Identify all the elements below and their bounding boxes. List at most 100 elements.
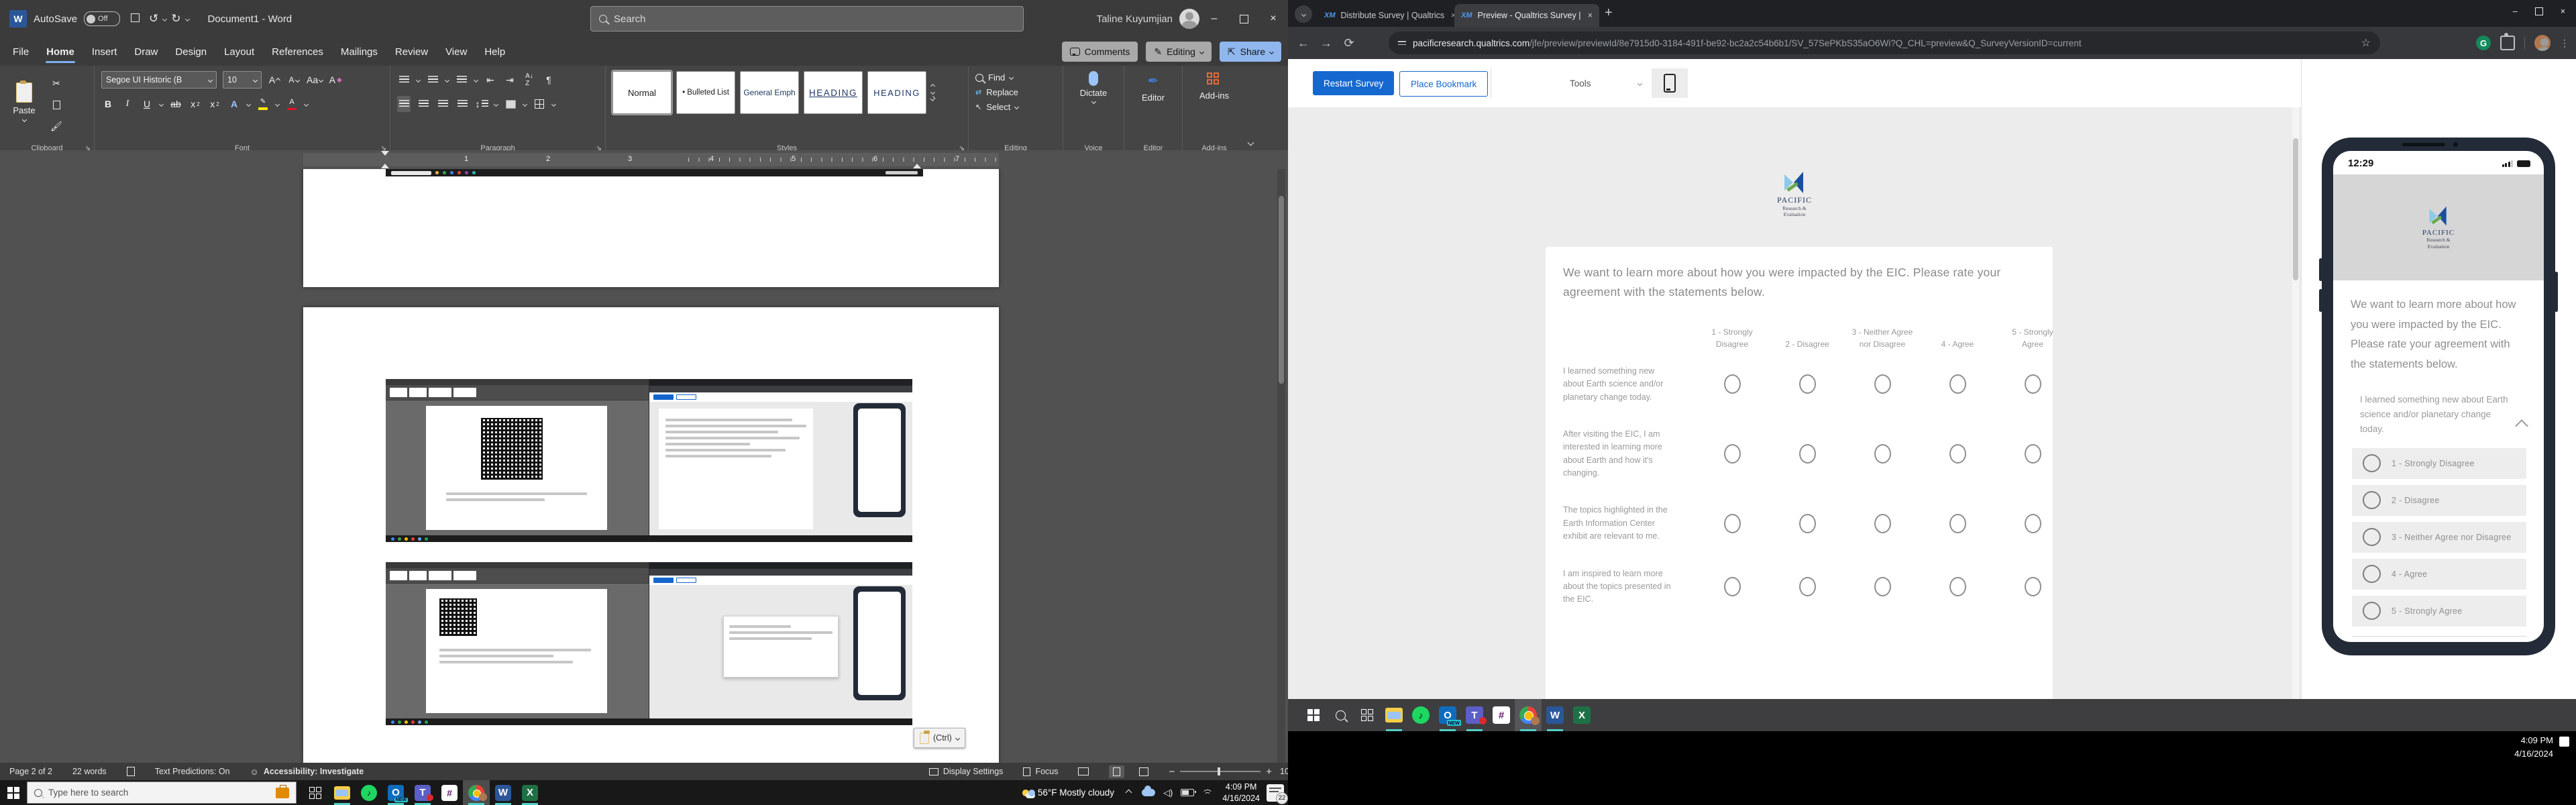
- style-normal[interactable]: Normal: [612, 71, 672, 114]
- tab-design[interactable]: Design: [166, 38, 215, 66]
- phone-option-3[interactable]: 3 - Neither Agree nor Disagree: [2352, 522, 2526, 553]
- format-painter-icon[interactable]: 🖌: [50, 118, 63, 134]
- zoom-in-icon[interactable]: +: [1266, 766, 1272, 777]
- radio-button[interactable]: [1874, 514, 1891, 533]
- dictate-button[interactable]: Dictate: [1080, 70, 1107, 103]
- change-case-icon[interactable]: Aa: [307, 72, 323, 88]
- tools-dropdown[interactable]: Tools: [1570, 71, 1642, 95]
- radio-button[interactable]: [1799, 514, 1816, 533]
- numbering-icon[interactable]: [426, 72, 439, 88]
- tab-layout[interactable]: Layout: [215, 38, 263, 66]
- undo-icon[interactable]: ↺: [149, 12, 158, 25]
- start-button[interactable]: [0, 780, 27, 805]
- clock[interactable]: 4:09 PM 4/16/2024: [1222, 782, 1260, 804]
- forward-icon[interactable]: →: [1315, 36, 1338, 50]
- align-center-icon[interactable]: [417, 96, 430, 112]
- restart-survey-button[interactable]: Restart Survey: [1313, 71, 1394, 95]
- text-predictions[interactable]: Text Predictions: On: [155, 767, 230, 776]
- restore-button[interactable]: [1229, 0, 1258, 38]
- line-spacing-icon[interactable]: ↕: [475, 96, 488, 112]
- comments-button[interactable]: Comments: [1062, 42, 1138, 62]
- tab-view[interactable]: View: [437, 38, 476, 66]
- volume-icon[interactable]: ◁): [1163, 788, 1173, 798]
- chrome-icon[interactable]: [463, 780, 490, 805]
- radio-button[interactable]: [2363, 602, 2381, 620]
- first-line-indent-marker[interactable]: [381, 151, 389, 160]
- tab-home[interactable]: Home: [38, 38, 83, 66]
- wifi-icon[interactable]: [1202, 790, 1212, 796]
- print-layout-icon[interactable]: [1109, 765, 1124, 778]
- tab-references[interactable]: References: [263, 38, 332, 66]
- radio-button[interactable]: [1724, 577, 1741, 596]
- styles-scroll-up[interactable]: [930, 84, 935, 89]
- zoom-out-icon[interactable]: −: [1169, 766, 1175, 777]
- radio-button[interactable]: [1874, 444, 1891, 464]
- strikethrough-button[interactable]: ab: [169, 96, 182, 112]
- shrink-font-icon[interactable]: A: [287, 72, 301, 88]
- page-indicator[interactable]: Page 2 of 2: [9, 767, 52, 776]
- multilevel-list-icon[interactable]: [455, 72, 468, 88]
- radio-button[interactable]: [1799, 374, 1816, 394]
- radio-button[interactable]: [1799, 444, 1816, 464]
- browser-tab-1[interactable]: XM Distribute Survey | Qualtrics Ex ×: [1318, 4, 1462, 27]
- sort-icon[interactable]: A↓Z: [523, 72, 536, 88]
- phone-option-5[interactable]: 5 - Strongly Agree: [2352, 596, 2526, 627]
- share-button[interactable]: ⇱Share: [1220, 42, 1281, 62]
- clear-formatting-icon[interactable]: A◆: [329, 72, 342, 88]
- save-icon[interactable]: [131, 12, 140, 25]
- hanging-indent-marker[interactable]: [381, 160, 389, 168]
- font-color-icon[interactable]: A: [285, 96, 299, 112]
- phone-option-1[interactable]: 1 - Strongly Disagree: [2352, 448, 2526, 479]
- editor-button[interactable]: ✒ Editor: [1142, 70, 1165, 103]
- notifications-icon[interactable]: [2559, 737, 2569, 747]
- new-tab-icon[interactable]: +: [1605, 5, 1613, 21]
- find-button[interactable]: Find: [975, 72, 1056, 83]
- place-bookmark-button[interactable]: Place Bookmark: [1399, 71, 1488, 97]
- minimize-button[interactable]: –: [1199, 0, 1229, 38]
- style-bulleted-list[interactable]: • Bulleted List: [676, 71, 735, 114]
- radio-button[interactable]: [1724, 374, 1741, 394]
- weather-text[interactable]: 56°F Mostly cloudy: [1038, 788, 1114, 798]
- task-view-icon[interactable]: [302, 780, 329, 805]
- back-icon[interactable]: ←: [1292, 36, 1315, 50]
- extensions-puzzle-icon[interactable]: [2500, 36, 2515, 50]
- align-right-icon[interactable]: [436, 96, 449, 112]
- tab-review[interactable]: Review: [386, 38, 437, 66]
- close-button[interactable]: ×: [1258, 0, 1288, 38]
- collapse-ribbon-icon[interactable]: [1248, 140, 1254, 146]
- radio-button[interactable]: [1949, 374, 1966, 394]
- radio-button[interactable]: [2025, 444, 2041, 464]
- replace-button[interactable]: ⇄Replace: [975, 87, 1056, 97]
- shading-icon[interactable]: [504, 96, 517, 112]
- phone-option-4[interactable]: 4 - Agree: [2352, 559, 2526, 590]
- chrome-icon[interactable]: [1515, 699, 1542, 731]
- subscript-button[interactable]: x2: [189, 96, 202, 112]
- teams-icon[interactable]: T: [1461, 699, 1488, 731]
- word-count[interactable]: 22 words: [72, 767, 107, 776]
- select-button[interactable]: ↖Select: [975, 102, 1056, 112]
- radio-button[interactable]: [2363, 565, 2381, 583]
- address-bar[interactable]: pacificresearch.qualtrics.com/jfe/previe…: [1389, 32, 2380, 54]
- radio-button[interactable]: [2025, 577, 2041, 596]
- close-button[interactable]: ×: [2561, 7, 2565, 16]
- paste-button[interactable]: Paste: [7, 72, 42, 131]
- file-explorer-icon[interactable]: [1381, 699, 1407, 731]
- search-icon[interactable]: [1327, 699, 1354, 731]
- tab-help[interactable]: Help: [476, 38, 514, 66]
- radio-button[interactable]: [1799, 577, 1816, 596]
- highlight-color-icon[interactable]: ✎: [256, 96, 270, 112]
- styles-scroll-down[interactable]: [930, 90, 935, 95]
- file-explorer-icon[interactable]: [329, 780, 356, 805]
- web-layout-icon[interactable]: [1139, 767, 1148, 776]
- styles-gallery-expand[interactable]: [930, 96, 936, 101]
- teams-icon[interactable]: T: [409, 780, 436, 805]
- tab-insert[interactable]: Insert: [83, 38, 126, 66]
- excel-icon[interactable]: X: [517, 780, 543, 805]
- survey-scrollbar-thumb[interactable]: [2293, 138, 2298, 280]
- font-size-select[interactable]: 10: [223, 71, 262, 89]
- tray-expand-icon[interactable]: [1126, 790, 1132, 796]
- decrease-indent-icon[interactable]: ⇤: [484, 72, 497, 88]
- increase-indent-icon[interactable]: ⇥: [503, 72, 517, 88]
- bullets-icon[interactable]: [397, 72, 411, 88]
- taskbar-search-input[interactable]: Type here to search: [27, 782, 297, 804]
